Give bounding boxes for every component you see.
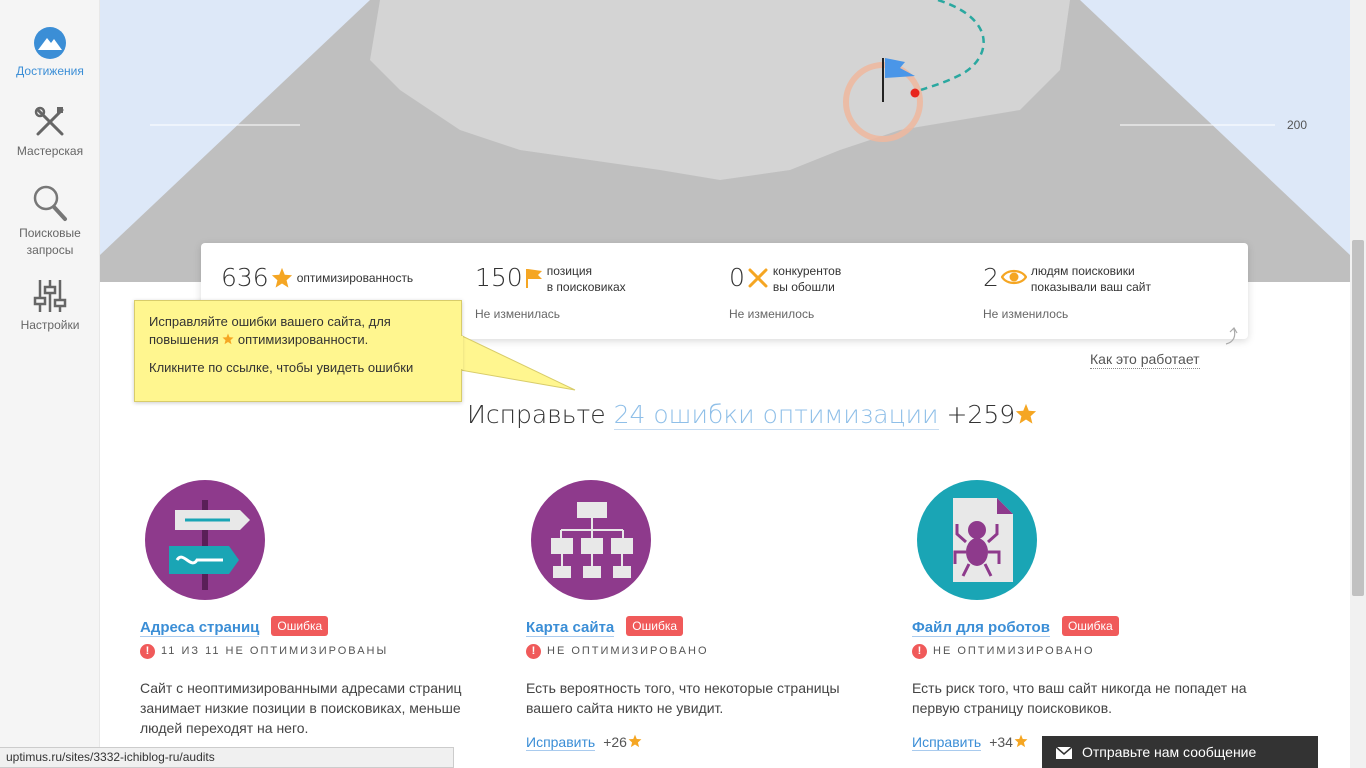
heading-prefix: Исправьте — [467, 400, 606, 429]
card-status: ! НЕ ОПТИМИЗИРОВАНО — [912, 644, 1095, 659]
sitemap-icon — [531, 480, 651, 600]
error-badge: Ошибка — [271, 616, 329, 636]
card-description: Есть риск того, что ваш сайт никогда не … — [912, 680, 1247, 716]
stat-label-line: в поисковиках — [546, 280, 626, 294]
star-icon — [1016, 403, 1037, 424]
fix-link[interactable]: Исправить — [912, 734, 982, 751]
stat-label: людям поисковики показывали ваш сайт — [1031, 263, 1151, 295]
mountain-illustration — [100, 0, 1350, 282]
card-title-row: Файл для роботов Ошибка — [912, 616, 1119, 637]
stat-position: 150 позиция в поисковиках Не изменилась — [475, 261, 626, 321]
card-fix-row: Исправить +26 — [526, 734, 642, 751]
errors-heading: Исправьте 24 ошибки оптимизации +259 — [467, 400, 1037, 430]
robot-file-icon — [917, 480, 1037, 600]
tooltip-text-part: повышения — [149, 332, 219, 347]
sliders-icon — [33, 280, 67, 312]
star-icon — [271, 267, 292, 288]
star-icon — [1014, 734, 1028, 748]
audit-card-page-urls: Адреса страниц Ошибка ! 11 ИЗ 11 НЕ ОПТИМИ… — [140, 480, 500, 736]
stat-label-line: конкурентов — [772, 264, 842, 278]
mountain-progress-hero: 200 — [100, 0, 1350, 282]
card-status: ! НЕ ОПТИМИЗИРОВАНО — [526, 644, 709, 659]
sidebar-item-label: Достижения — [16, 64, 84, 78]
fix-points: +34 — [989, 734, 1013, 750]
error-badge: Ошибка — [626, 616, 684, 636]
stat-change: Не изменилось — [983, 307, 1069, 321]
card-status: ! 11 ИЗ 11 НЕ ОПТИМИЗИРОВАНЫ — [140, 644, 388, 659]
error-icon: ! — [526, 644, 541, 659]
audit-card-sitemap: Карта сайта Ошибка ! НЕ ОПТИМИЗИРОВАНО Ест… — [526, 480, 886, 751]
card-description: Сайт с неоптимизированными адресами стра… — [140, 680, 462, 736]
stat-impressions: 2 людям поисковики показывали ваш сайт Не… — [983, 261, 1151, 321]
stat-label-line: людям поисковики — [1030, 264, 1135, 278]
card-description: Есть вероятность того, что некоторые стр… — [526, 680, 840, 716]
card-status-text: НЕ ОПТИМИЗИРОВАНО — [933, 645, 1095, 657]
card-status-text: НЕ ОПТИМИЗИРОВАНО — [547, 645, 709, 657]
sidebar-item-label: Мастерская — [16, 144, 84, 158]
stat-optimization: 636 оптимизированность — [221, 261, 413, 295]
search-icon — [33, 185, 67, 221]
eye-icon — [1000, 269, 1027, 285]
tooltip-text: Исправляйте ошибки вашего сайта, для повы… — [149, 313, 447, 349]
tooltip-text-part: Исправляйте ошибки вашего сайта, для — [149, 314, 391, 329]
chat-widget-button[interactable]: Отправьте нам сообщение — [1042, 736, 1318, 768]
envelope-icon — [1056, 747, 1072, 759]
card-status-text: 11 ИЗ 11 НЕ ОПТИМИЗИРОВАНЫ — [161, 645, 389, 657]
sidebar: Достижения Мастерская Поисковые запросы — [0, 0, 100, 768]
heading-points: +259 — [946, 400, 1016, 429]
sidebar-item-achievements[interactable]: Достижения — [0, 26, 100, 80]
axis-value-label: 200 — [1287, 118, 1308, 132]
sidebar-item-label: Поисковые запросы — [19, 226, 81, 257]
signpost-icon — [145, 480, 265, 600]
fix-points: +26 — [603, 734, 627, 750]
stat-label-line: вы обошли — [772, 280, 835, 294]
sidebar-item-search-queries[interactable]: Поисковые запросы — [0, 184, 100, 259]
error-badge: Ошибка — [1061, 616, 1119, 636]
stat-label: оптимизированность — [296, 271, 414, 285]
star-icon — [222, 333, 234, 345]
stat-value: 636 — [221, 263, 269, 292]
stat-value: 2 — [983, 263, 999, 292]
flag-icon — [525, 269, 542, 288]
current-position-dot — [910, 88, 920, 98]
stat-value: 150 — [475, 263, 523, 292]
error-icon: ! — [912, 644, 927, 659]
sidebar-item-workshop[interactable]: Мастерская — [0, 104, 100, 160]
browser-status-url: uptimus.ru/sites/3332-ichiblog-ru/audits — [0, 747, 454, 768]
tooltip-joint — [460, 336, 463, 369]
chat-label: Отправьте нам сообщение — [1082, 744, 1257, 760]
stat-label-line: позиция — [546, 264, 593, 278]
cross-icon — [748, 268, 768, 288]
card-title-link[interactable]: Карта сайта — [526, 619, 615, 637]
stat-label-line: показывали ваш сайт — [1030, 280, 1151, 294]
curved-arrow-icon — [1225, 327, 1238, 345]
star-icon — [628, 734, 642, 748]
sidebar-item-label: Настройки — [20, 318, 80, 332]
stat-value: 0 — [729, 263, 745, 292]
stat-label: конкурентов вы обошли — [773, 263, 841, 295]
stat-change: Не изменилось — [729, 307, 815, 321]
stat-change: Не изменилась — [475, 307, 561, 321]
errors-link[interactable]: 24 ошибки оптимизации — [613, 400, 939, 430]
tools-icon — [34, 106, 64, 136]
scrollbar-thumb[interactable] — [1352, 240, 1364, 596]
page-scrollbar[interactable] — [1350, 0, 1366, 768]
hint-tooltip: Исправляйте ошибки вашего сайта, для повы… — [134, 300, 462, 402]
tooltip-text-part: оптимизированности. — [237, 332, 369, 347]
card-title-link[interactable]: Файл для роботов — [912, 619, 1050, 637]
card-fix-row: Исправить +34 — [912, 734, 1028, 751]
audit-card-robots: Файл для роботов Ошибка ! НЕ ОПТИМИЗИРОВАН… — [912, 480, 1272, 751]
how-it-works-link[interactable]: Как это работает — [1090, 350, 1200, 369]
card-title-link[interactable]: Адреса страниц — [140, 619, 260, 637]
sidebar-item-settings[interactable]: Настройки — [0, 278, 100, 334]
card-title-row: Адреса страниц Ошибка — [140, 616, 329, 637]
fix-link[interactable]: Исправить — [526, 734, 596, 751]
tooltip-text: Кликните по ссылке, чтобы увидеть ошибки — [149, 360, 414, 375]
mountain-icon — [34, 27, 66, 59]
stat-competitors: 0 конкурентов вы обошли Не изменилось — [729, 261, 841, 321]
stat-label: позиция в поисковиках — [547, 263, 626, 295]
error-icon: ! — [140, 644, 155, 659]
card-title-row: Карта сайта Ошибка — [526, 616, 684, 637]
